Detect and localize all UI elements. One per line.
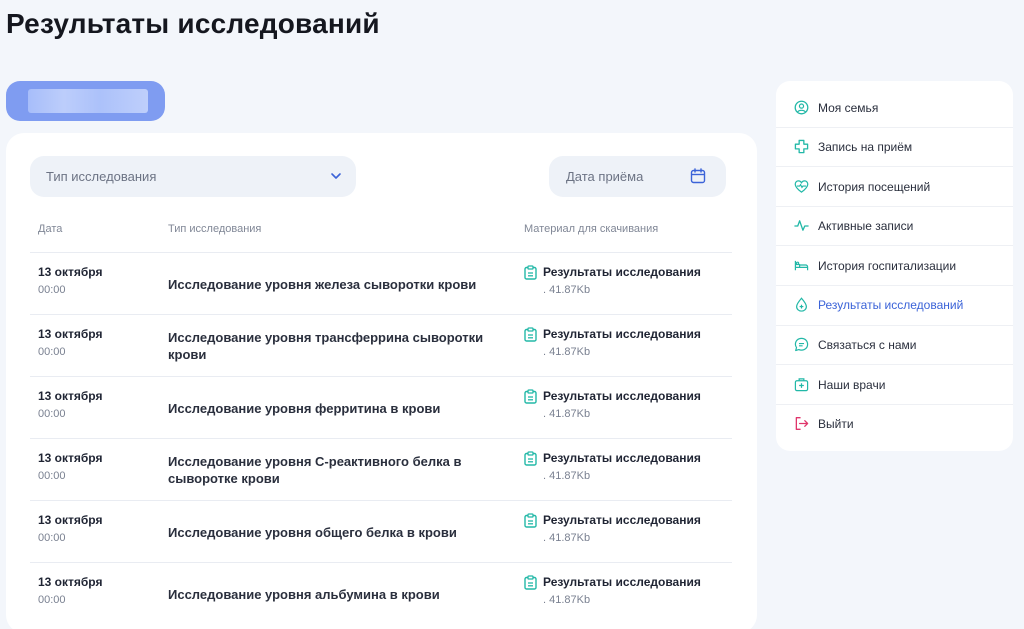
file-size: . 41.87Kb [543, 594, 591, 606]
row-research-type: Исследование уровня железа сыворотки кро… [168, 276, 477, 292]
heart-pulse-icon [794, 180, 809, 193]
sidebar-item-logout[interactable]: Выйти [776, 404, 1013, 443]
row-date: 13 октября [38, 265, 103, 279]
sidebar-item-label: Запись на приём [818, 139, 913, 154]
row-time: 00:00 [38, 470, 66, 482]
plus-cross-icon [794, 139, 809, 154]
research-type-placeholder: Тип исследования [46, 169, 157, 184]
table-row: 13 октября 00:00 Исследование уровня жел… [30, 252, 732, 314]
user-circle-icon [794, 100, 809, 115]
row-date: 13 октября [38, 513, 103, 527]
bed-icon [794, 260, 809, 271]
download-link[interactable]: Результаты исследования [543, 389, 701, 403]
logout-icon [795, 417, 809, 430]
row-date: 13 октября [38, 451, 103, 465]
sidebar-menu: Моя семья Запись на приём История посеще… [776, 81, 1013, 451]
sidebar-item-visit-history[interactable]: История посещений [776, 167, 1013, 206]
row-date: 13 октября [38, 327, 103, 341]
page-title: Результаты исследований [6, 8, 380, 39]
chevron-down-icon [330, 170, 342, 185]
clipboard-icon[interactable] [524, 575, 537, 595]
row-research-type: Исследование уровня трансферрина сыворот… [168, 330, 484, 362]
row-research-type: Исследование уровня С-реактивного белка … [168, 454, 462, 486]
download-link[interactable]: Результаты исследования [543, 451, 701, 465]
column-header-type: Тип исследования [168, 223, 262, 235]
table-row: 13 октября 00:00 Исследование уровня аль… [30, 562, 732, 624]
row-research-type: Исследование уровня ферритина в крови [168, 400, 441, 416]
clipboard-icon[interactable] [524, 513, 537, 533]
file-size: . 41.87Kb [543, 532, 591, 544]
file-size: . 41.87Kb [543, 408, 591, 420]
table-row: 13 октября 00:00 Исследование уровня тра… [30, 314, 732, 376]
download-link[interactable]: Результаты исследования [543, 575, 701, 589]
sidebar-item-appointment[interactable]: Запись на приём [776, 127, 1013, 166]
chat-icon [794, 337, 809, 352]
sidebar-item-label: Результаты исследований [818, 297, 964, 312]
appointment-date-placeholder: Дата приёма [566, 169, 644, 184]
clipboard-icon[interactable] [524, 389, 537, 409]
sidebar-item-active-appointments[interactable]: Активные записи [776, 206, 1013, 245]
medkit-icon [794, 378, 809, 392]
row-date: 13 октября [38, 575, 103, 589]
clipboard-icon[interactable] [524, 451, 537, 471]
table-row: 13 октября 00:00 Исследование уровня общ… [30, 500, 732, 562]
sidebar-item-contact[interactable]: Связаться с нами [776, 325, 1013, 364]
row-time: 00:00 [38, 408, 66, 420]
table-row: 13 октября 00:00 Исследование уровня фер… [30, 376, 732, 438]
activity-icon [794, 220, 809, 231]
sidebar-item-hospitalization[interactable]: История госпитализации [776, 246, 1013, 285]
row-research-type: Исследование уровня общего белка в крови [168, 524, 457, 540]
sidebar-item-label: Активные записи [818, 218, 914, 233]
file-size: . 41.87Kb [543, 470, 591, 482]
drop-plus-icon [796, 297, 807, 312]
download-link[interactable]: Результаты исследования [543, 327, 701, 341]
file-size: . 41.87Kb [543, 346, 591, 358]
row-date: 13 октября [38, 389, 103, 403]
research-type-select[interactable]: Тип исследования [30, 156, 356, 197]
sidebar-item-label: История посещений [818, 179, 931, 194]
download-link[interactable]: Результаты исследования [543, 265, 701, 279]
clipboard-icon[interactable] [524, 265, 537, 285]
calendar-icon [690, 168, 706, 187]
column-header-material: Материал для скачивания [524, 223, 659, 235]
file-size: . 41.87Kb [543, 284, 591, 296]
row-time: 00:00 [38, 594, 66, 606]
row-time: 00:00 [38, 284, 66, 296]
user-profile-button[interactable] [6, 81, 165, 121]
sidebar-item-family[interactable]: Моя семья [776, 88, 1013, 127]
table-row: 13 октября 00:00 Исследование уровня С-р… [30, 438, 732, 500]
column-header-date: Дата [38, 223, 63, 235]
blurred-user-name [28, 89, 148, 113]
sidebar-item-label: Выйти [818, 416, 854, 431]
results-card: Тип исследования Дата приёма Дата Тип ис… [6, 133, 757, 629]
clipboard-icon[interactable] [524, 327, 537, 347]
download-link[interactable]: Результаты исследования [543, 513, 701, 527]
sidebar-item-label: История госпитализации [818, 258, 957, 273]
sidebar-item-doctors[interactable]: Наши врачи [776, 365, 1013, 404]
row-time: 00:00 [38, 346, 66, 358]
appointment-date-picker[interactable]: Дата приёма [549, 156, 726, 197]
sidebar-item-label: Моя семья [818, 100, 879, 115]
sidebar-item-research-results[interactable]: Результаты исследований [776, 285, 1013, 324]
row-research-type: Исследование уровня альбумина в крови [168, 586, 440, 602]
sidebar-item-label: Наши врачи [818, 377, 886, 392]
sidebar-item-label: Связаться с нами [818, 337, 917, 352]
row-time: 00:00 [38, 532, 66, 544]
